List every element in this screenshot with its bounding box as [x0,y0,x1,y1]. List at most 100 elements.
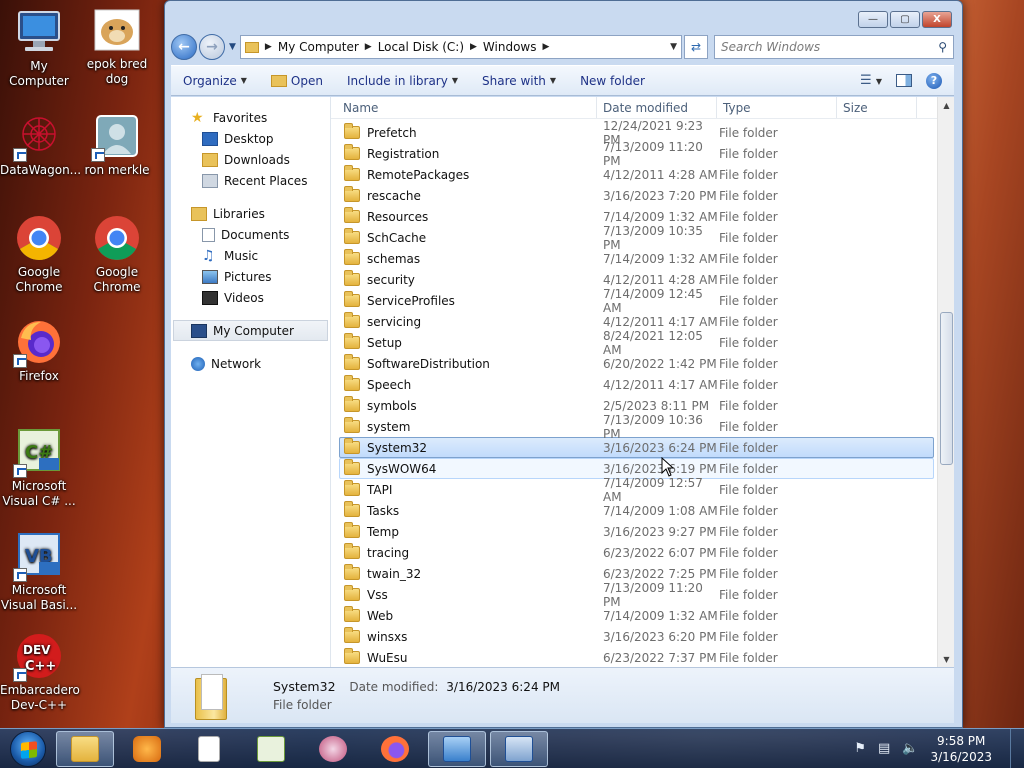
start-button[interactable] [10,730,46,767]
address-bar[interactable]: ▶ My Computer ▶ Local Disk (C:) ▶ Window… [239,35,682,59]
nav-my-computer[interactable]: My Computer [173,320,328,341]
help-icon[interactable]: ? [926,72,942,89]
nav-desktop[interactable]: Desktop [171,128,330,149]
folder-icon [71,735,99,762]
breadcrumb-separator-icon[interactable]: ▶ [543,42,550,52]
file-row[interactable]: system 7/13/2009 10:36 PM File folder [339,413,934,441]
desktop-icon-ron-merkle[interactable]: ron merkle [78,112,156,178]
clock-date: 3/16/2023 [930,749,992,764]
file-row[interactable]: Web 7/14/2009 1:32 AM File folder [339,605,934,626]
breadcrumb-separator-icon[interactable]: ▶ [365,42,372,52]
file-row[interactable]: Temp 3/16/2023 9:27 PM File folder [339,521,934,542]
nav-libraries[interactable]: Libraries [171,203,330,224]
search-input[interactable]: Search Windows ⚲ [714,35,954,59]
network-tray-icon[interactable]: ▤ [878,741,890,756]
taskbar-visual-csharp[interactable] [242,731,300,767]
breadcrumb-local-disk[interactable]: Local Disk (C:) [378,40,464,54]
file-row[interactable]: Registration 7/13/2009 11:20 PM File folde… [339,140,934,168]
nav-favorites[interactable]: ★ Favorites [171,107,330,128]
close-button[interactable]: X [922,11,952,28]
taskbar-on-screen-keyboard[interactable] [490,730,548,767]
maximize-button[interactable]: ▢ [890,11,920,28]
desktop-icon-devcpp[interactable]: DEV C++ Embarcadero Dev-C++ [0,632,80,713]
column-header-name[interactable]: Name [331,97,597,118]
file-row[interactable]: System32 3/16/2023 6:24 PM File folder [339,437,934,458]
file-row[interactable]: rescache 3/16/2023 7:20 PM File folder [339,185,934,206]
scroll-thumb[interactable] [940,312,953,465]
nav-recent-places[interactable]: Recent Places [171,170,330,191]
nav-videos[interactable]: Videos [171,287,330,308]
taskbar-firefox[interactable] [366,731,424,767]
desktop-icon-visual-basic[interactable]: VB Microsoft Visual Basi... [0,532,78,613]
file-type: File folder [719,146,778,161]
file-name-cell: symbols [340,396,598,413]
vertical-scrollbar[interactable]: ▲ ▼ [937,97,954,667]
desktop-icon-visual-csharp[interactable]: C# Microsoft Visual C# ... [0,428,78,509]
minimize-button[interactable]: — [858,11,888,28]
desktop-icon-epok-bred-dog[interactable]: epok bred dog [78,6,156,87]
action-center-flag-icon[interactable]: ⚑ [854,741,866,756]
breadcrumb-my-computer[interactable]: My Computer [278,40,359,54]
file-row[interactable]: Tasks 7/14/2009 1:08 AM File folder [339,500,934,521]
file-row[interactable]: SoftwareDistribution 6/20/2022 1:42 PM Fil… [339,353,934,374]
new-folder-label: New folder [580,73,645,88]
scroll-up-icon[interactable]: ▲ [938,97,954,113]
file-row[interactable]: tracing 6/23/2022 6:07 PM File folder [339,542,934,563]
organize-menu[interactable]: Organize ▼ [183,74,247,88]
file-row[interactable]: winsxs 3/16/2023 6:20 PM File folder [339,626,934,647]
desktop-icon-google-chrome-2[interactable]: Google Chrome [78,214,156,295]
file-row[interactable]: TAPI 7/14/2009 12:57 AM File folder [339,476,934,504]
file-row[interactable]: schemas 7/14/2009 1:32 AM File folder [339,248,934,269]
volume-icon[interactable]: 🔈 [902,741,918,756]
file-row[interactable]: SchCache 7/13/2009 10:35 PM File folder [339,224,934,252]
taskbar-blank-document[interactable] [180,731,238,767]
nav-network[interactable]: Network [171,353,330,374]
open-button[interactable]: Open [270,74,323,88]
show-desktop-button[interactable] [1010,728,1024,768]
file-name: tracing [367,545,410,560]
address-dropdown-icon[interactable]: ▼ [670,42,677,52]
desktop-icon-label: Microsoft Visual C# ... [2,479,76,508]
desktop-icon-label: Google Chrome [93,265,141,294]
taskbar-snipping-tool[interactable] [304,731,362,767]
forward-button[interactable]: → [199,34,225,60]
recent-pages-dropdown[interactable]: ▼ [229,42,236,52]
folder-icon [344,522,360,538]
breadcrumb-windows[interactable]: Windows [483,40,537,54]
taskbar: ⚑ ▤ 🔈 9:58 PM 3/16/2023 [0,728,1024,768]
column-header-date[interactable]: Date modified [597,97,717,118]
clock[interactable]: 9:58 PM 3/16/2023 [930,733,992,765]
file-row[interactable]: Setup 8/24/2021 12:05 AM File folder [339,329,934,357]
share-with-menu[interactable]: Share with ▼ [482,74,556,88]
firefox-icon [381,735,409,762]
back-button[interactable]: ← [171,34,197,60]
nav-documents[interactable]: Documents [171,224,330,245]
file-row[interactable]: ServiceProfiles 7/14/2009 12:45 AM File fo… [339,287,934,315]
scroll-down-icon[interactable]: ▼ [938,651,954,667]
file-row[interactable]: WuEsu 6/23/2022 7:37 PM File folder [339,647,934,667]
view-options-icon[interactable]: ☰ ▼ [860,73,882,88]
svg-text:DEV: DEV [23,643,51,657]
desktop-icon-google-chrome[interactable]: Google Chrome [0,214,78,295]
new-folder-button[interactable]: New folder [580,74,645,88]
include-in-library-menu[interactable]: Include in library ▼ [347,74,458,88]
file-row[interactable]: Speech 4/12/2011 4:17 AM File folder [339,374,934,395]
taskbar-control-panel[interactable] [428,730,486,767]
refresh-button[interactable]: ⇄ [684,35,708,59]
column-header-size[interactable]: Size [837,97,917,118]
taskbar-explorer[interactable] [56,730,114,767]
nav-pictures[interactable]: Pictures [171,266,330,287]
breadcrumb-separator-icon[interactable]: ▶ [470,42,477,52]
desktop-icon-firefox[interactable]: Firefox [0,318,78,384]
desktop-icon-my-computer[interactable]: My Computer [0,8,78,89]
folder-icon [344,165,360,181]
nav-music[interactable]: ♫ Music [171,245,330,266]
taskbar-media-player[interactable] [118,731,176,767]
nav-downloads[interactable]: Downloads [171,149,330,170]
file-row[interactable]: RemotePackages 4/12/2011 4:28 AM File fold… [339,164,934,185]
desktop-icon-datawagon[interactable]: DataWagon... [0,112,81,178]
preview-pane-icon[interactable] [896,74,912,87]
refresh-icon: ⇄ [690,40,702,54]
file-row[interactable]: Vss 7/13/2009 11:20 PM File folder [339,581,934,609]
column-header-type[interactable]: Type [717,97,837,118]
